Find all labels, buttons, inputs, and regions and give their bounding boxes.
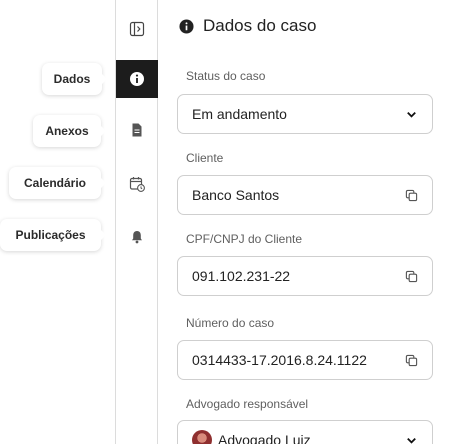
case-details-panel: Dados do caso Status do caso Em andament… bbox=[159, 0, 452, 444]
numero-value: 0314433-17.2016.8.24.1122 bbox=[192, 352, 367, 368]
cpf-value: 091.102.231-22 bbox=[192, 268, 291, 284]
page-title: Dados do caso bbox=[203, 16, 317, 35]
advogado-label: Advogado responsável bbox=[186, 397, 309, 411]
status-value: Em andamento bbox=[192, 106, 287, 122]
document-icon bbox=[132, 123, 142, 137]
rail-calendario-button[interactable] bbox=[116, 165, 158, 203]
info-icon bbox=[179, 18, 194, 34]
copy-icon[interactable] bbox=[404, 188, 418, 202]
advogado-select[interactable]: Advogado Luiz bbox=[177, 420, 433, 444]
sidebar-toggle-icon bbox=[129, 21, 145, 37]
cliente-value: Banco Santos bbox=[192, 187, 280, 203]
bell-icon bbox=[132, 231, 142, 244]
cpf-field[interactable]: 091.102.231-22 bbox=[177, 256, 433, 296]
calendar-clock-icon bbox=[129, 177, 145, 192]
rail-dados-button[interactable] bbox=[116, 60, 158, 98]
nav-tip-publicacoes[interactable]: Publicações bbox=[0, 219, 106, 251]
numero-field[interactable]: 0314433-17.2016.8.24.1122 bbox=[177, 340, 433, 380]
copy-icon[interactable] bbox=[404, 269, 418, 283]
chevron-down-icon bbox=[404, 433, 418, 444]
numero-label: Número do caso bbox=[186, 316, 275, 330]
cpf-label: CPF/CNPJ do Cliente bbox=[186, 232, 303, 246]
cliente-field[interactable]: Banco Santos bbox=[177, 175, 433, 215]
nav-tip-anexos[interactable]: Anexos bbox=[33, 115, 106, 147]
avatar bbox=[192, 430, 212, 444]
info-icon bbox=[130, 72, 144, 86]
status-label: Status do caso bbox=[186, 69, 266, 83]
advogado-value: Advogado Luiz bbox=[218, 432, 311, 444]
sidebar-toggle-button[interactable] bbox=[116, 10, 158, 48]
copy-icon[interactable] bbox=[404, 353, 418, 367]
chevron-down-icon bbox=[404, 107, 418, 121]
nav-tip-dados[interactable]: Dados bbox=[42, 63, 107, 95]
icon-rail bbox=[115, 0, 158, 444]
cliente-label: Cliente bbox=[186, 151, 224, 165]
panel-header: Dados do caso bbox=[179, 16, 316, 36]
rail-publicacoes-button[interactable] bbox=[116, 218, 158, 256]
rail-anexos-button[interactable] bbox=[116, 111, 158, 149]
status-select[interactable]: Em andamento bbox=[177, 94, 433, 134]
nav-tip-calendario[interactable]: Calendário bbox=[9, 167, 106, 199]
